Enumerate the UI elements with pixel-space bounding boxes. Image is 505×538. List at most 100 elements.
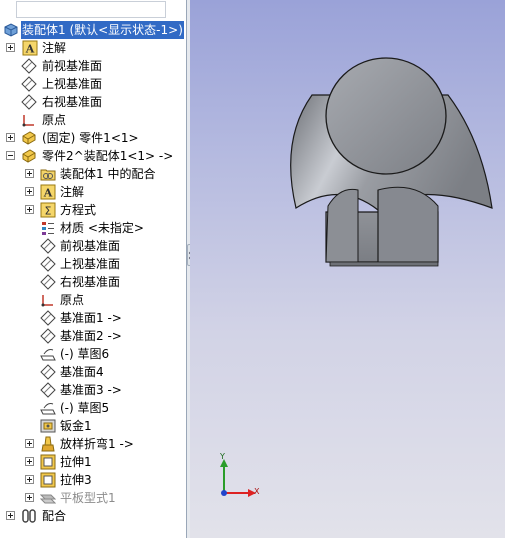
tree-filter-input[interactable] <box>16 1 166 18</box>
plane-icon <box>40 364 56 380</box>
tree-item[interactable]: 上视基准面 <box>0 75 186 93</box>
feature-manager-tree[interactable]: 装配体1 (默认<显示状态-1>) A 注解 前视基准面 上视基准面 右视基准面… <box>0 0 187 538</box>
tree-item[interactable]: 钣金1 <box>0 417 186 435</box>
svg-text:A: A <box>25 43 35 56</box>
plane-icon <box>40 382 56 398</box>
tree-item-label: 前视基准面 <box>60 239 121 253</box>
plane-icon <box>21 76 37 92</box>
plane-icon <box>40 256 56 272</box>
origin-icon <box>22 115 34 127</box>
tree-item-label: 方程式 <box>60 203 97 217</box>
annotation-icon: A <box>22 40 38 56</box>
model-bottom-edge <box>329 261 439 267</box>
tree-item[interactable]: A 注解 <box>0 39 186 57</box>
tree-item-label: 基准面3 -> <box>60 383 122 397</box>
mates-icon <box>22 509 36 523</box>
expand-toggle-icon[interactable] <box>25 205 34 214</box>
tree-item[interactable]: 基准面3 -> <box>0 381 186 399</box>
material-icon <box>42 222 54 235</box>
tree-item-label: 注解 <box>42 41 67 55</box>
expand-toggle-icon[interactable] <box>25 457 34 466</box>
collapse-toggle-icon[interactable] <box>6 151 15 160</box>
tree-item[interactable]: 右视基准面 <box>0 93 186 111</box>
tree-item-label: 配合 <box>42 509 67 523</box>
tree-item[interactable]: 原点 <box>0 111 186 129</box>
sketch-icon <box>40 349 56 361</box>
tree-item-label: 右视基准面 <box>42 95 103 109</box>
tree-item-label: 装配体1 中的配合 <box>60 167 156 181</box>
tree-item[interactable]: 拉伸1 <box>0 453 186 471</box>
tree-item[interactable]: 零件2^装配体1<1> -> <box>0 147 186 165</box>
expand-toggle-icon[interactable] <box>25 169 34 178</box>
view-triad: Y X <box>214 452 264 503</box>
tree-item-label: 注解 <box>60 185 85 199</box>
tree-item[interactable]: (-) 草图6 <box>0 345 186 363</box>
tree-item[interactable]: 右视基准面 <box>0 273 186 291</box>
extrude-icon <box>40 472 56 488</box>
tree-item-label: 前视基准面 <box>42 59 103 73</box>
part-icon <box>22 149 36 163</box>
svg-text:A: A <box>43 187 53 200</box>
expand-toggle-icon[interactable] <box>25 493 34 502</box>
expand-toggle-icon[interactable] <box>6 133 15 142</box>
tree-item-label: (固定) 零件1<1> <box>42 131 139 145</box>
tree-item-label: 放样折弯1 -> <box>60 437 134 451</box>
tree-item-label: (-) 草图6 <box>60 347 110 361</box>
tree-item-label: 上视基准面 <box>60 257 121 271</box>
expand-toggle-icon[interactable] <box>25 475 34 484</box>
tree-item-label: 上视基准面 <box>42 77 103 91</box>
flat-pattern-icon <box>40 494 56 504</box>
tree-item-label: 基准面4 <box>60 365 104 379</box>
tree-item[interactable]: 放样折弯1 -> <box>0 435 186 453</box>
mates-folder-icon <box>40 169 56 181</box>
model-top-cylinder <box>325 57 447 175</box>
tree-item[interactable]: 基准面4 <box>0 363 186 381</box>
tree-item-label: 钣金1 <box>60 419 92 433</box>
plane-icon <box>21 94 37 110</box>
tree-item[interactable]: 前视基准面 <box>0 57 186 75</box>
tree-item[interactable]: 原点 <box>0 291 186 309</box>
tree-item[interactable]: (固定) 零件1<1> <box>0 129 186 147</box>
sketch-icon <box>40 403 56 415</box>
equation-icon: Σ <box>40 202 56 218</box>
tree-root-assembly[interactable]: 装配体1 (默认<显示状态-1>) <box>0 21 186 39</box>
expand-toggle-icon[interactable] <box>25 187 34 196</box>
tree-item[interactable]: 装配体1 中的配合 <box>0 165 186 183</box>
tree-root-label: 装配体1 (默认<显示状态-1>) <box>21 21 184 39</box>
tree-item[interactable]: (-) 草图5 <box>0 399 186 417</box>
expand-toggle-icon[interactable] <box>25 439 34 448</box>
tree-item[interactable]: Σ 方程式 <box>0 201 186 219</box>
plane-icon <box>40 238 56 254</box>
annotation-icon: A <box>40 184 56 200</box>
tree-item[interactable]: A 注解 <box>0 183 186 201</box>
plane-icon <box>40 328 56 344</box>
sheetmetal-icon <box>40 419 56 433</box>
triad-x-label: X <box>254 487 260 496</box>
plane-icon <box>40 310 56 326</box>
expand-toggle-icon[interactable] <box>6 511 15 520</box>
tree-item[interactable]: 基准面2 -> <box>0 327 186 345</box>
tree-item-label: (-) 草图5 <box>60 401 110 415</box>
tree-item-label: 拉伸3 <box>60 473 92 487</box>
tree-item[interactable]: 基准面1 -> <box>0 309 186 327</box>
tree-item[interactable]: 拉伸3 <box>0 471 186 489</box>
assembly-icon <box>4 23 18 37</box>
model-front-left <box>325 188 359 263</box>
tree-item-label: 右视基准面 <box>60 275 121 289</box>
lofted-bend-icon <box>41 436 55 452</box>
tree-item[interactable]: 材质 <未指定> <box>0 219 186 237</box>
graphics-viewport[interactable]: Y X <box>190 0 505 538</box>
triad-y-label: Y <box>220 452 225 461</box>
tree-item-label: 原点 <box>42 113 67 127</box>
part-icon <box>22 131 36 145</box>
tree-item[interactable]: 上视基准面 <box>0 255 186 273</box>
origin-icon <box>41 295 53 307</box>
expand-toggle-icon[interactable] <box>6 43 15 52</box>
tree-item[interactable]: 配合 <box>0 507 186 525</box>
tree-item-label: 基准面2 -> <box>60 329 122 343</box>
tree-item[interactable]: 平板型式1 <box>0 489 186 507</box>
tree-item[interactable]: 前视基准面 <box>0 237 186 255</box>
model-front-right <box>377 186 439 263</box>
tree-item-label: 基准面1 -> <box>60 311 122 325</box>
extrude-icon <box>40 454 56 470</box>
